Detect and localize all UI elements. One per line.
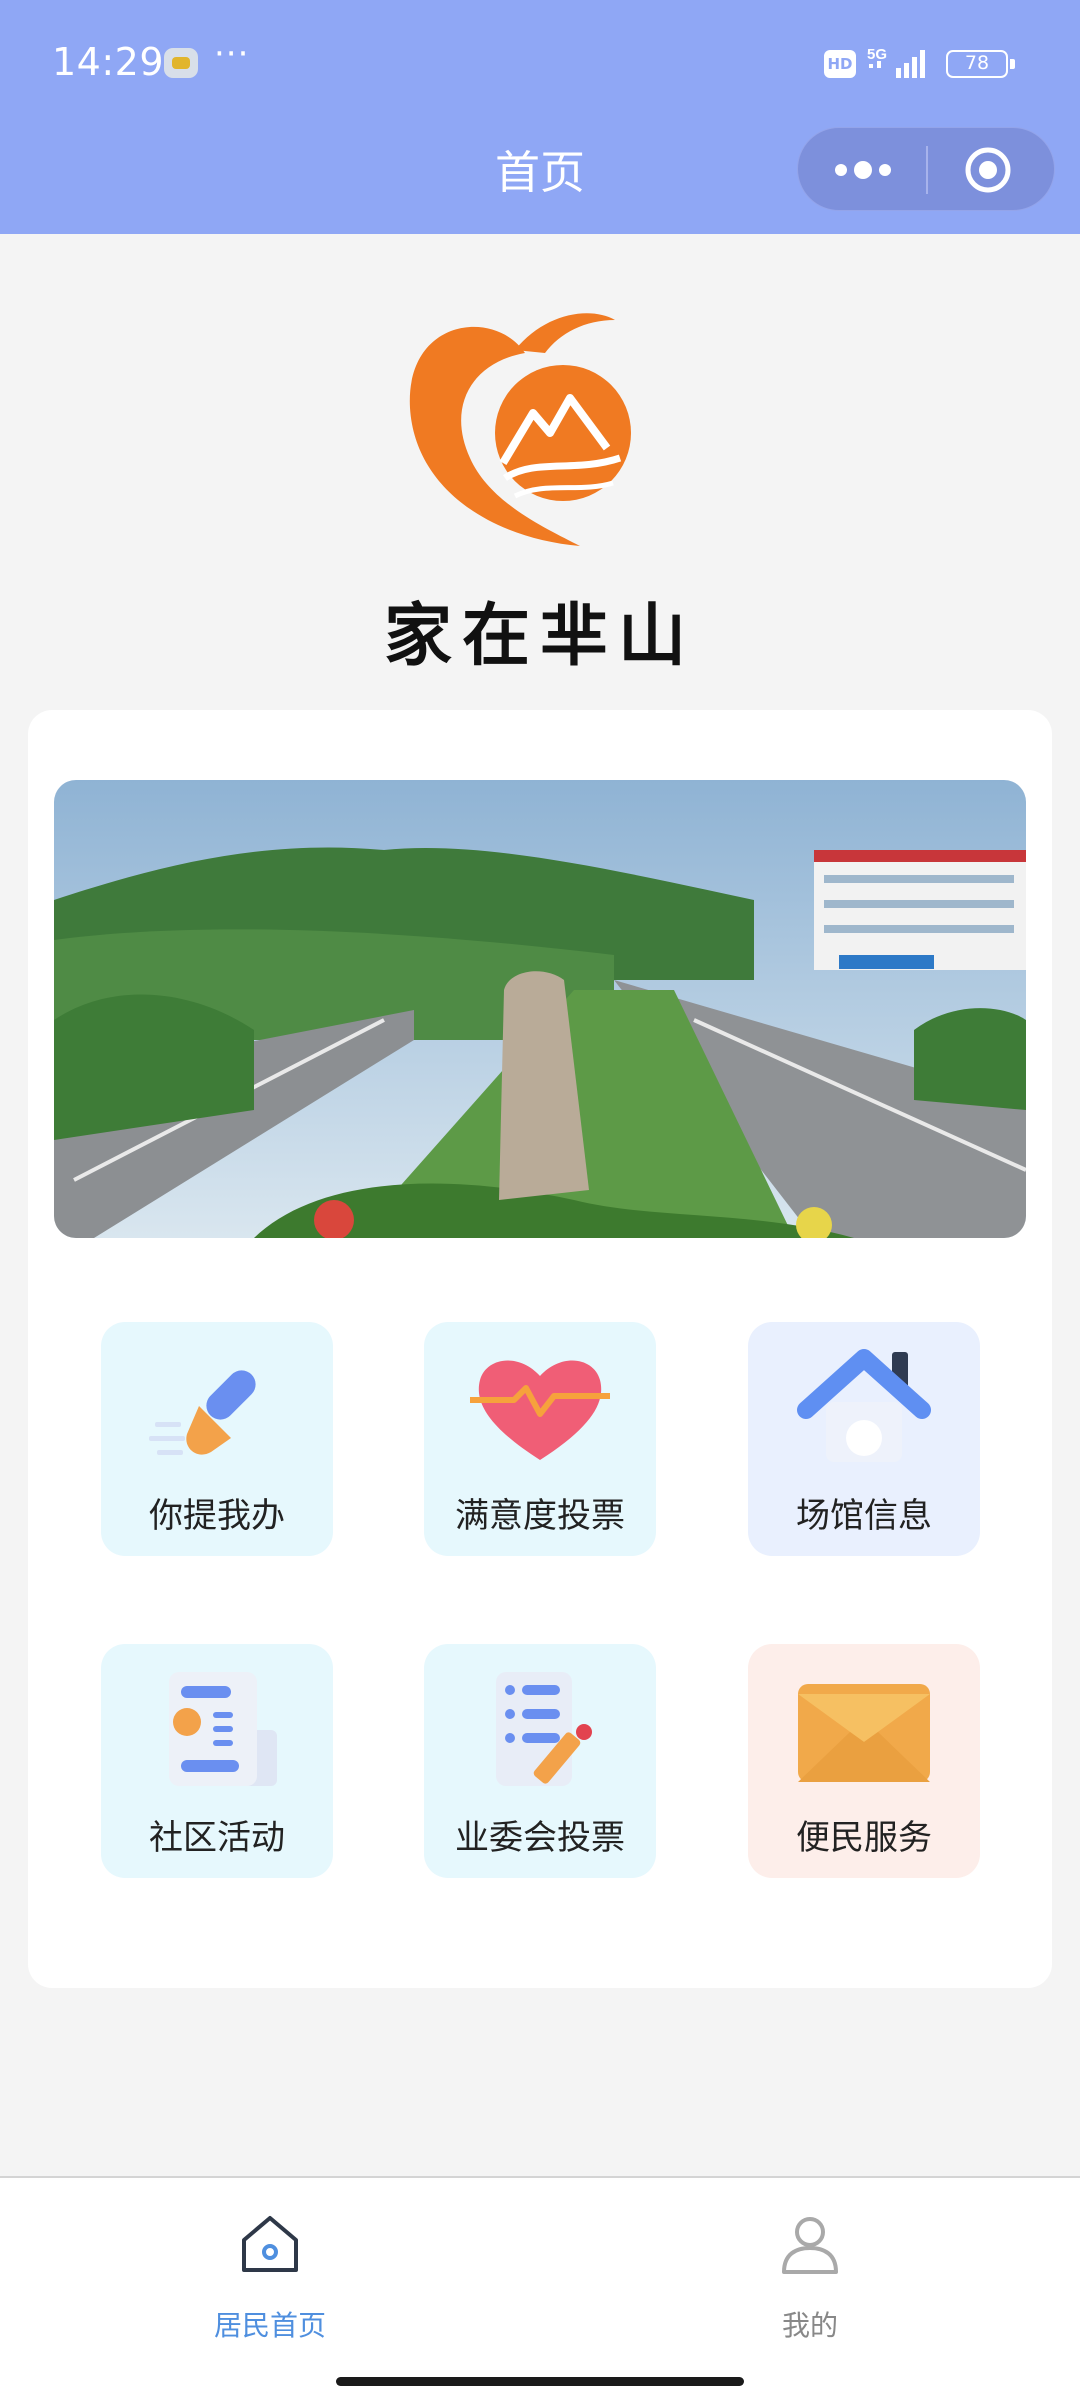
community-banner-image[interactable] — [54, 780, 1026, 1238]
home-icon — [242, 2216, 298, 2272]
mini-program-capsule — [797, 127, 1055, 211]
tab-mine-label: 我的 — [781, 2309, 838, 2342]
tile-suggestion-label: 你提我办 — [149, 1496, 285, 1536]
house-icon — [797, 1349, 931, 1462]
brush-icon — [149, 1370, 256, 1455]
tile-convenience-service-label: 便民服务 — [796, 1818, 932, 1858]
status-time: 14:29 — [52, 40, 165, 84]
more-dots-icon[interactable] — [830, 150, 896, 190]
target-close-icon[interactable] — [964, 146, 1012, 194]
capsule-divider — [926, 146, 928, 194]
tile-venue-info-label: 场馆信息 — [796, 1496, 932, 1536]
community-street-photo — [54, 780, 1026, 1238]
tile-committee-vote-label: 业委会投票 — [455, 1818, 625, 1858]
heart-pulse-icon — [470, 1360, 610, 1460]
checklist-pencil-icon — [496, 1672, 592, 1786]
tab-resident-home-label: 居民首页 — [213, 2309, 326, 2342]
battery-indicator: 78 — [946, 50, 1015, 78]
bottom-tab-bar: 居民首页 我的 — [0, 2176, 1080, 2403]
peach-heart-mountain-logo — [409, 313, 631, 546]
user-icon — [782, 2217, 838, 2274]
document-list-icon — [169, 1672, 277, 1786]
signal-5g-icon: 5G — [867, 46, 925, 78]
home-page: 14:29 ··· HD 5G 78 首页 家在芈山 你提我办 满意度投票 场馆… — [0, 0, 1080, 2403]
main-card: 你提我办 满意度投票 场馆信息 社区活动 业委会投票 便民服务 — [28, 710, 1052, 1988]
envelope-icon — [798, 1684, 930, 1782]
top-header: 14:29 ··· HD 5G 78 首页 — [0, 0, 1080, 234]
logo-title: 家在芈山 — [383, 596, 696, 676]
tile-venue-info[interactable]: 场馆信息 — [748, 1322, 980, 1556]
tab-resident-home[interactable]: 居民首页 — [150, 2212, 390, 2342]
tile-community-activity[interactable]: 社区活动 — [101, 1644, 333, 1878]
notification-app-icon — [164, 48, 198, 78]
hd-badge: HD — [824, 50, 856, 78]
page-title: 首页 — [494, 146, 585, 199]
tile-suggestion[interactable]: 你提我办 — [101, 1322, 333, 1556]
tile-community-activity-label: 社区活动 — [149, 1818, 285, 1858]
tile-convenience-service[interactable]: 便民服务 — [748, 1644, 980, 1878]
svg-text:5G: 5G — [867, 46, 887, 63]
home-indicator[interactable] — [336, 2377, 744, 2386]
status-more-icon: ··· — [214, 34, 250, 74]
tile-satisfaction-vote-label: 满意度投票 — [455, 1496, 625, 1536]
tile-satisfaction-vote[interactable]: 满意度投票 — [424, 1322, 656, 1556]
tab-mine[interactable]: 我的 — [690, 2212, 930, 2342]
tile-committee-vote[interactable]: 业委会投票 — [424, 1644, 656, 1878]
